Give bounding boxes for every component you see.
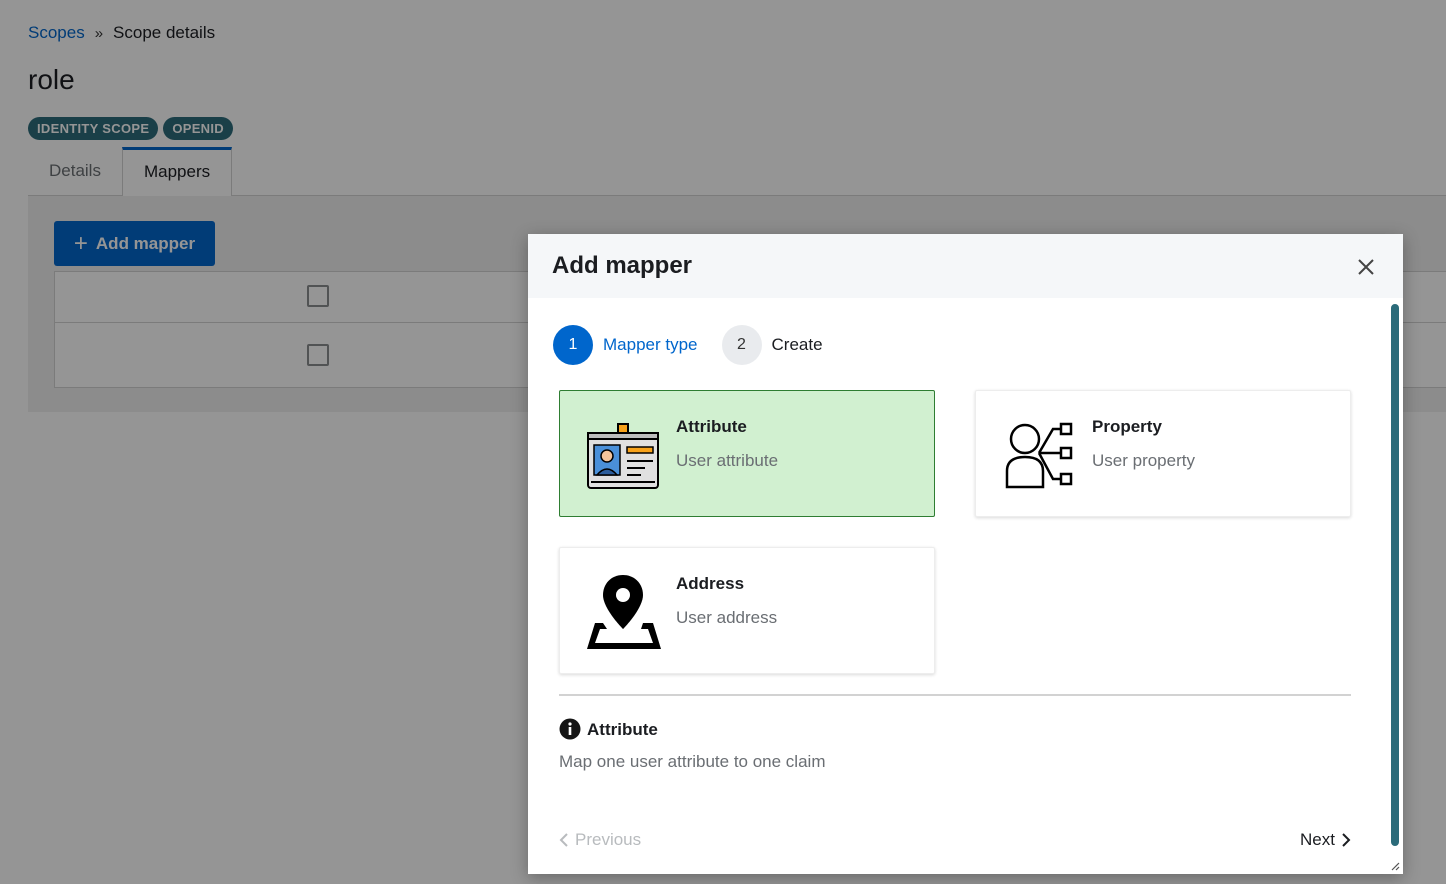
scrollbar-thumb[interactable] bbox=[1391, 304, 1399, 846]
wizard-stepper: 1 Mapper type 2 Create bbox=[553, 325, 847, 365]
modal-scrollbar[interactable] bbox=[1391, 304, 1399, 846]
step-number: 2 bbox=[721, 325, 762, 365]
card-title: Address bbox=[676, 574, 745, 593]
chevron-left-icon bbox=[559, 833, 568, 847]
step-mapper-type[interactable]: 1 Mapper type bbox=[553, 325, 698, 365]
chevron-right-icon bbox=[1342, 833, 1351, 847]
card-title: Property bbox=[1092, 417, 1162, 436]
step-number: 1 bbox=[553, 325, 593, 365]
info-icon bbox=[559, 718, 581, 740]
close-icon[interactable] bbox=[1353, 254, 1379, 280]
info-description: Map one user attribute to one claim bbox=[559, 752, 826, 771]
previous-button[interactable]: Previous bbox=[559, 830, 641, 850]
mapper-card-address[interactable]: Address User address bbox=[559, 547, 935, 674]
divider bbox=[559, 694, 1351, 696]
step-create[interactable]: 2 Create bbox=[721, 325, 823, 365]
card-title: Attribute bbox=[676, 417, 747, 436]
modal-header: Add mapper bbox=[528, 234, 1403, 298]
card-description: User address bbox=[676, 608, 778, 627]
resize-handle-icon[interactable] bbox=[1390, 861, 1400, 871]
card-description: User property bbox=[1092, 451, 1195, 470]
card-description: User attribute bbox=[676, 451, 779, 470]
id-card-icon bbox=[585, 421, 663, 493]
step-label: Mapper type bbox=[603, 335, 698, 354]
mapper-card-property[interactable]: Property User property bbox=[975, 390, 1351, 517]
mapper-card-attribute[interactable]: Attribute User attribute bbox=[559, 390, 935, 517]
info-title: Attribute bbox=[587, 720, 658, 739]
mapper-info: Attribute Map one user attribute to one … bbox=[559, 718, 825, 772]
modal-title: Add mapper bbox=[552, 252, 693, 279]
add-mapper-modal: Add mapper 1 Mapper type 2 Create Attrib… bbox=[528, 234, 1403, 874]
map-pin-icon bbox=[585, 575, 663, 650]
next-label: Next bbox=[1300, 830, 1335, 849]
previous-label: Previous bbox=[575, 830, 642, 849]
next-button[interactable]: Next bbox=[1300, 830, 1351, 850]
step-label: Create bbox=[771, 335, 823, 354]
user-tree-icon bbox=[1001, 421, 1079, 493]
